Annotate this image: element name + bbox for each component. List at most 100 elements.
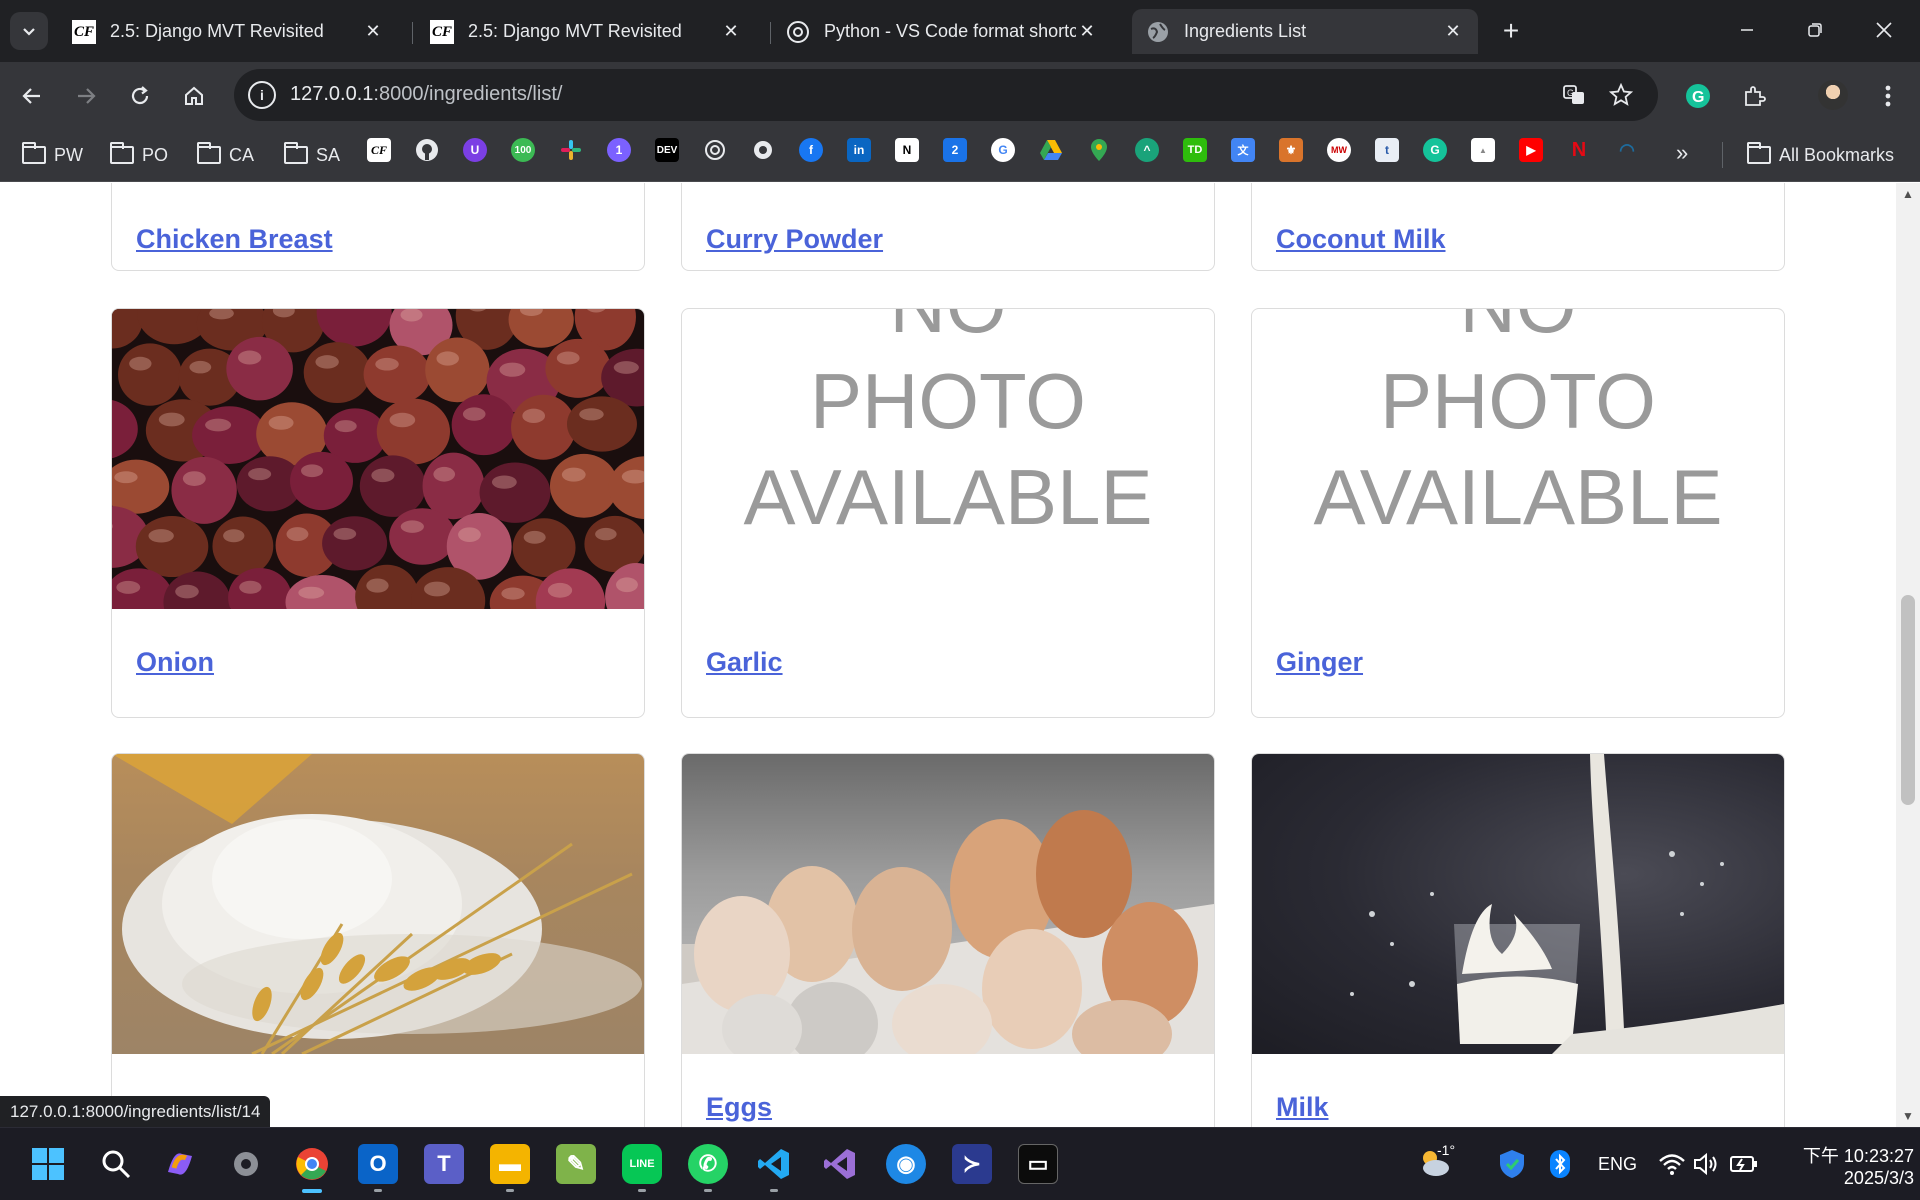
ingredient-link-curry-powder[interactable]: Curry Powder — [706, 224, 883, 255]
github-bookmark-icon[interactable] — [415, 138, 439, 162]
volume-icon[interactable] — [1686, 1144, 1726, 1184]
facebook-bookmark-icon[interactable]: f — [799, 138, 823, 162]
bookmark-folder-po[interactable]: PO — [110, 142, 168, 168]
netflix-bookmark-icon[interactable]: N — [1567, 138, 1591, 162]
notepad-icon[interactable]: ✎ — [556, 1144, 596, 1184]
scrollbar-thumb[interactable] — [1901, 595, 1915, 805]
milk-photo[interactable] — [1252, 754, 1784, 1054]
site-bookmark-icon[interactable]: ▲ — [1471, 138, 1495, 162]
chrome-icon[interactable] — [292, 1144, 332, 1184]
minimize-button[interactable] — [1723, 12, 1771, 48]
maps-pin-icon[interactable]: ◉ — [886, 1144, 926, 1184]
ingredient-link-chicken-breast[interactable]: Chicken Breast — [136, 224, 333, 255]
chatgpt-bookmark-icon[interactable] — [703, 138, 727, 162]
restore-button[interactable] — [1791, 12, 1839, 48]
tab-django-mvt-1[interactable]: CF 2.5: Django MVT Revisited ✕ — [58, 9, 398, 54]
bookmark-folder-pw[interactable]: PW — [22, 142, 83, 168]
ingredient-link-eggs[interactable]: Eggs — [706, 1092, 772, 1123]
scroll-up-arrow-icon[interactable]: ▲ — [1902, 188, 1914, 200]
eggs-photo[interactable] — [682, 754, 1214, 1068]
vscode-icon[interactable] — [754, 1144, 794, 1184]
back-button[interactable] — [14, 78, 50, 114]
ingredient-link-onion[interactable]: Onion — [136, 647, 214, 678]
close-tab-icon[interactable]: ✕ — [362, 21, 384, 43]
windows-start-icon[interactable] — [28, 1144, 68, 1184]
tab-django-mvt-2[interactable]: CF 2.5: Django MVT Revisited ✕ — [416, 9, 756, 54]
site-info-icon[interactable]: i — [248, 81, 276, 109]
clock-date[interactable]: 2025/3/3 — [1782, 1168, 1914, 1189]
notification-bookmark-icon[interactable]: 1 — [607, 138, 631, 162]
no-photo-placeholder[interactable]: NO PHOTO AVAILABLE — [682, 309, 1214, 557]
td-bookmark-icon[interactable]: TD — [1183, 138, 1207, 162]
clock-time[interactable]: 下午 10:23:27 — [1782, 1142, 1914, 1168]
ingredient-link-coconut-milk[interactable]: Coconut Milk — [1276, 224, 1446, 255]
translate-icon[interactable]: G — [1560, 81, 1588, 109]
bookmark-folder-ca[interactable]: CA — [197, 142, 254, 168]
bluetooth-icon[interactable] — [1540, 1144, 1580, 1184]
bookmark-star-icon[interactable] — [1607, 81, 1635, 109]
grammarly-bookmark-icon[interactable]: G — [1423, 138, 1447, 162]
ingredient-link-garlic[interactable]: Garlic — [706, 647, 783, 678]
google-bookmark-icon[interactable]: G — [991, 138, 1015, 162]
more-bookmarks-chevron-icon[interactable]: » — [1676, 140, 1688, 166]
all-bookmarks-folder[interactable]: All Bookmarks — [1747, 142, 1894, 168]
merriam-webster-bookmark-icon[interactable]: MW — [1327, 138, 1351, 162]
close-tab-icon[interactable]: ✕ — [1442, 21, 1464, 43]
tab-search-button[interactable] — [10, 12, 48, 50]
tumblr-bookmark-icon[interactable]: t — [1375, 138, 1399, 162]
flour-photo[interactable] — [112, 754, 644, 1056]
extensions-puzzle-icon[interactable] — [1736, 78, 1772, 114]
linkedin-bookmark-icon[interactable]: in — [847, 138, 871, 162]
ingredient-link-ginger[interactable]: Ginger — [1276, 647, 1363, 678]
tab-python-vscode[interactable]: Python - VS Code format shortc ✕ — [772, 9, 1112, 54]
file-explorer-icon[interactable]: ▬ — [490, 1144, 530, 1184]
drive-bookmark-icon[interactable] — [1039, 138, 1063, 162]
podcast-bookmark-icon[interactable] — [751, 138, 775, 162]
url-text[interactable]: 127.0.0.1:8000/ingredients/list/ — [290, 83, 562, 106]
ingredient-link-milk[interactable]: Milk — [1276, 1092, 1329, 1123]
tab-ingredients-list[interactable]: Ingredients List ✕ — [1132, 9, 1478, 54]
copilot-icon[interactable] — [160, 1144, 200, 1184]
grammarly-extension-icon[interactable]: G — [1680, 78, 1716, 114]
maps-bookmark-icon[interactable] — [1087, 138, 1111, 162]
disney-bookmark-icon[interactable]: ◠ — [1615, 138, 1639, 162]
battery-icon[interactable] — [1724, 1144, 1764, 1184]
crest-bookmark-icon[interactable]: ⚜ — [1279, 138, 1303, 162]
visual-studio-icon[interactable] — [820, 1144, 860, 1184]
settings-gear-icon[interactable] — [226, 1144, 266, 1184]
slack-bookmark-icon[interactable] — [559, 138, 583, 162]
onion-photo[interactable] — [112, 309, 644, 636]
whatsapp-icon[interactable]: ✆ — [688, 1144, 728, 1184]
notion-bookmark-icon[interactable]: N — [895, 138, 919, 162]
scroll-down-arrow-icon[interactable]: ▼ — [1902, 1110, 1914, 1122]
reload-button[interactable] — [122, 78, 158, 114]
youtube-bookmark-icon[interactable]: ▶ — [1519, 138, 1543, 162]
ublock-bookmark-icon[interactable]: U — [463, 138, 487, 162]
powershell-icon[interactable]: ≻ — [952, 1144, 992, 1184]
google-translate-bookmark-icon[interactable]: 文 — [1231, 138, 1255, 162]
close-tab-icon[interactable]: ✕ — [1076, 21, 1098, 43]
line-icon[interactable]: LINE — [622, 1144, 662, 1184]
wealth-bookmark-icon[interactable]: ^ — [1135, 138, 1159, 162]
search-icon[interactable] — [96, 1144, 136, 1184]
terminal-icon[interactable]: ▭ — [1018, 1144, 1058, 1184]
defender-shield-icon[interactable] — [1492, 1144, 1532, 1184]
address-bar[interactable]: i 127.0.0.1:8000/ingredients/list/ G — [234, 69, 1658, 121]
no-photo-placeholder[interactable]: NO PHOTO AVAILABLE — [1252, 309, 1784, 557]
new-tab-button[interactable]: + — [1494, 14, 1528, 48]
profile-avatar[interactable] — [1818, 80, 1848, 110]
page-scrollbar[interactable]: ▲ ▼ — [1896, 183, 1920, 1127]
input-language[interactable]: ENG — [1598, 1154, 1637, 1175]
bookmark-folder-sa[interactable]: SA — [284, 142, 340, 168]
close-window-button[interactable] — [1860, 12, 1908, 48]
teams-icon[interactable]: T — [424, 1144, 464, 1184]
home-button[interactable] — [176, 78, 212, 114]
dev-bookmark-icon[interactable]: DEV — [655, 138, 679, 162]
close-tab-icon[interactable]: ✕ — [720, 21, 742, 43]
careerfoundry-bookmark-icon[interactable]: CF — [367, 138, 391, 162]
outlook-icon[interactable]: O — [358, 1144, 398, 1184]
browser-menu-icon[interactable] — [1870, 78, 1906, 114]
forward-button[interactable] — [68, 78, 104, 114]
100-bookmark-icon[interactable]: 100 — [511, 138, 535, 162]
calendar-bookmark-icon[interactable]: 2 — [943, 138, 967, 162]
